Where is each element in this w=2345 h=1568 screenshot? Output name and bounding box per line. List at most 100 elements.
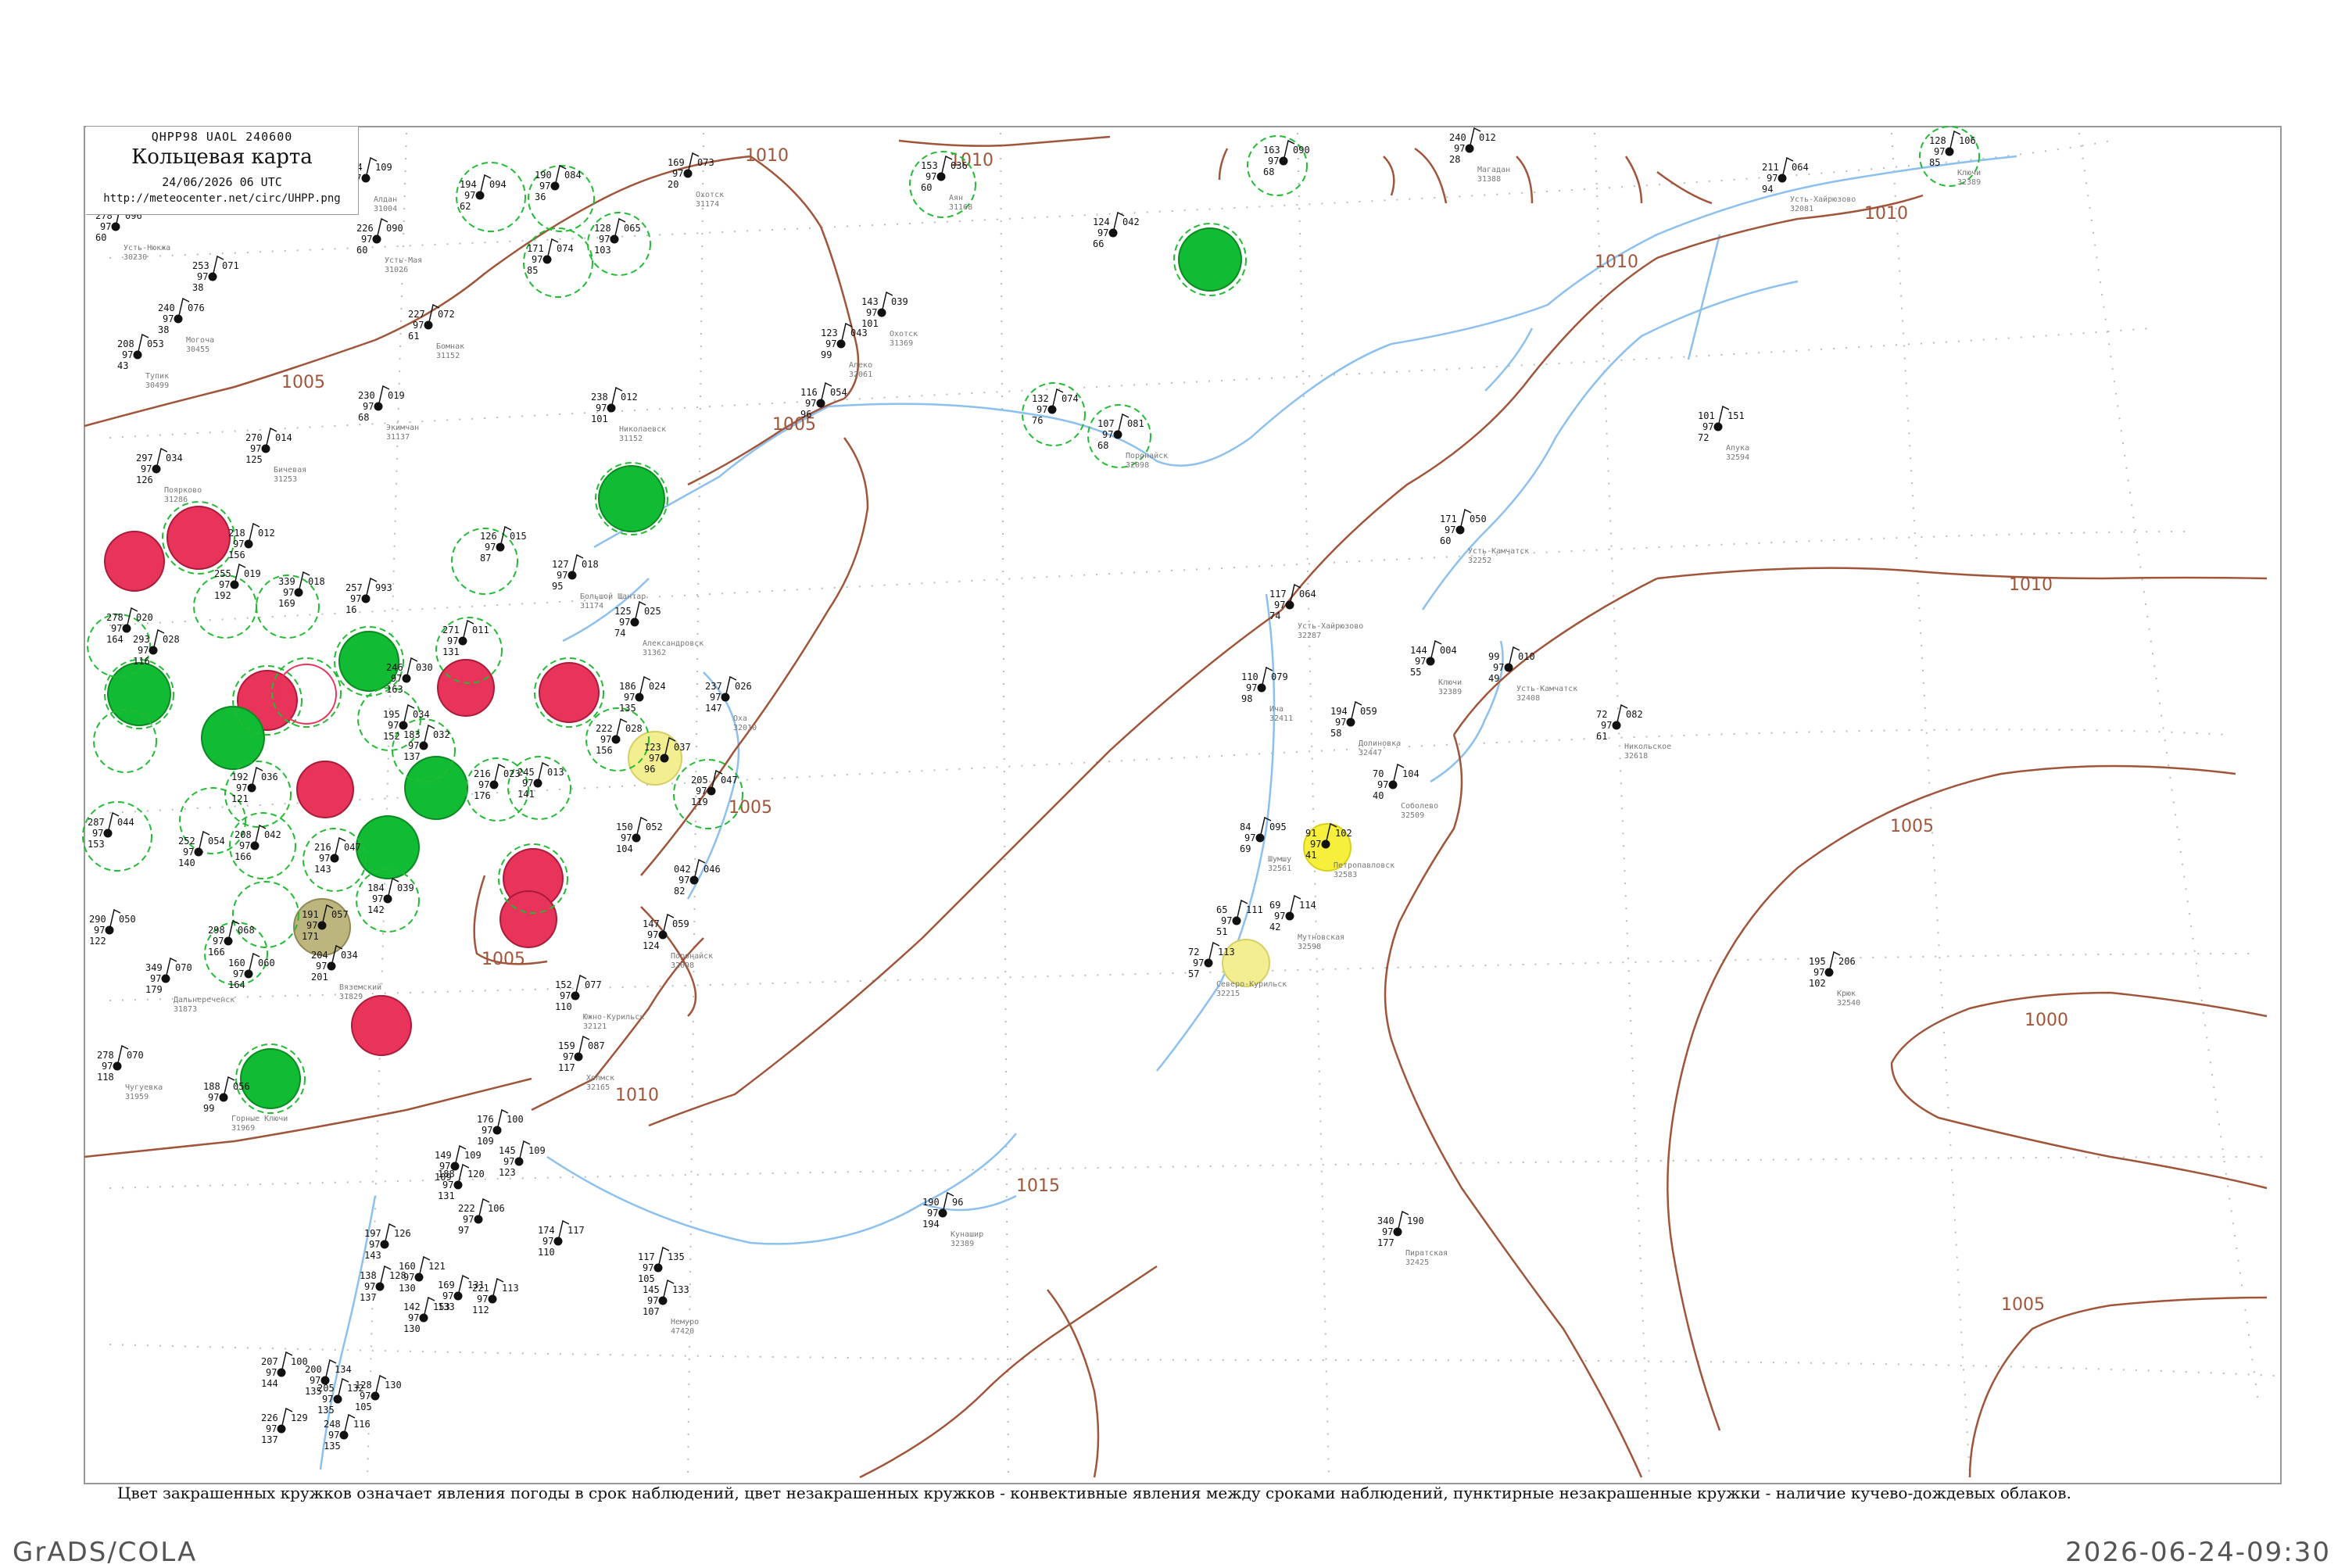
station-dewpoint: 99	[821, 349, 832, 360]
station-dewpoint: 16	[345, 604, 356, 615]
station-visibility: 97	[1493, 662, 1504, 673]
station-temperature: 278	[106, 612, 124, 623]
station-visibility: 97	[672, 168, 683, 179]
station-temperature: 101	[1698, 410, 1715, 421]
station-pressure: 081	[1127, 418, 1144, 429]
station-temperature: 226	[356, 223, 374, 234]
station-temperature: 127	[552, 559, 569, 570]
station-visibility: 97	[239, 840, 250, 851]
station-dewpoint: 156	[596, 745, 613, 756]
station-temperature: 183	[403, 729, 421, 740]
station-index: 32389	[951, 1240, 974, 1248]
isobar-label: 1005	[281, 373, 325, 392]
station-pressure: 012	[1479, 132, 1496, 143]
station-temperature: 144	[1410, 645, 1427, 656]
station-dewpoint: 143	[314, 864, 331, 875]
station-visibility: 97	[141, 464, 152, 474]
station-visibility: 97	[183, 847, 194, 857]
station-pressure: 044	[117, 817, 134, 828]
station-visibility: 97	[102, 1061, 113, 1072]
station-name: Бомнак	[436, 342, 464, 351]
isobar-label: 1015	[1016, 1176, 1060, 1196]
station-visibility: 97	[442, 1180, 453, 1190]
station-visibility: 97	[678, 875, 689, 886]
station-dewpoint: 20	[668, 179, 678, 190]
station-temperature: 128	[355, 1380, 372, 1391]
station-index: 31174	[696, 200, 719, 209]
station-visibility: 97	[563, 1051, 574, 1062]
station-temperature: 186	[619, 681, 636, 692]
station-temperature: 69	[1269, 900, 1280, 911]
station-dewpoint: 69	[1240, 843, 1251, 854]
station-index: 31959	[125, 1093, 149, 1101]
station-temperature: 188	[438, 1169, 455, 1180]
station-temperature: 222	[596, 723, 613, 734]
station-dewpoint: 135	[317, 1405, 335, 1416]
station-pressure: 96	[952, 1197, 963, 1208]
isobar-label: 1010	[2009, 575, 2053, 595]
station-index: 31152	[436, 352, 460, 360]
station-visibility: 97	[1036, 404, 1047, 415]
station-index: 32165	[586, 1083, 610, 1092]
station-visibility: 97	[599, 234, 610, 245]
station-index: 32618	[1624, 752, 1648, 761]
station-pressure: 076	[188, 303, 205, 313]
station-pressure: 077	[585, 979, 602, 990]
rain-circle	[338, 631, 399, 692]
station-index: 47420	[671, 1327, 694, 1336]
station-dewpoint: 164	[228, 979, 245, 990]
station-temperature: 218	[228, 528, 245, 539]
station-visibility: 97	[408, 1312, 419, 1323]
station-pressure: 106	[1959, 135, 1976, 146]
station-dewpoint: 179	[145, 984, 163, 995]
station-visibility: 97	[485, 542, 496, 553]
station-visibility: 97	[1193, 958, 1204, 968]
station-name: Могоча	[186, 336, 214, 345]
isobar-label: 1000	[2025, 1011, 2068, 1030]
station-dewpoint: 49	[1488, 673, 1499, 684]
station-pressure: 082	[1626, 709, 1643, 720]
station-temperature: 278	[97, 1050, 114, 1061]
station-temperature: 153	[921, 160, 938, 171]
station-dewpoint: 137	[360, 1292, 377, 1303]
station-temperature: 298	[208, 925, 225, 936]
station-index: 30455	[186, 345, 209, 354]
station-pressure: 056	[233, 1081, 250, 1092]
station-visibility: 97	[122, 349, 133, 360]
cb-ring	[507, 756, 571, 820]
station-pressure: 050	[1470, 514, 1487, 524]
station-pressure: 052	[646, 822, 663, 832]
station-temperature: 290	[89, 914, 106, 925]
station-index: 31829	[339, 993, 363, 1001]
legend-caption: Цвет закрашенных кружков означает явлени…	[117, 1484, 2071, 1502]
station-index: 32098	[1126, 461, 1149, 470]
station-dewpoint: 105	[355, 1402, 372, 1412]
station-pressure: 042	[1122, 217, 1140, 227]
station-name: Усть-Камчатск	[1516, 685, 1577, 693]
station-visibility: 97	[1934, 146, 1945, 157]
thunder-circle	[437, 659, 495, 717]
station-visibility: 97	[1382, 1226, 1393, 1237]
station-pressure: 034	[413, 709, 430, 720]
station-dewpoint: 68	[358, 412, 369, 423]
station-pressure: 206	[1838, 956, 1856, 967]
station-temperature: 125	[614, 606, 632, 617]
station-visibility: 97	[100, 221, 111, 232]
station-pressure: 071	[222, 260, 239, 271]
station-dewpoint: 94	[1762, 184, 1773, 195]
station-temperature: 65	[1216, 904, 1227, 915]
station-visibility: 97	[647, 1295, 658, 1306]
station-dewpoint: 137	[403, 751, 421, 762]
station-pressure: 039	[891, 296, 908, 307]
station-temperature: 252	[178, 836, 195, 847]
station-visibility: 97	[1813, 967, 1824, 978]
station-pressure: 130	[385, 1380, 402, 1391]
station-visibility: 97	[219, 579, 230, 590]
station-visibility: 97	[1377, 779, 1388, 790]
station-temperature: 117	[1269, 589, 1287, 600]
station-temperature: 205	[317, 1383, 335, 1394]
station-pressure: 013	[547, 767, 564, 778]
station-temperature: 192	[231, 771, 249, 782]
station-pressure: 109	[528, 1145, 546, 1156]
station-dewpoint: 194	[922, 1219, 940, 1230]
